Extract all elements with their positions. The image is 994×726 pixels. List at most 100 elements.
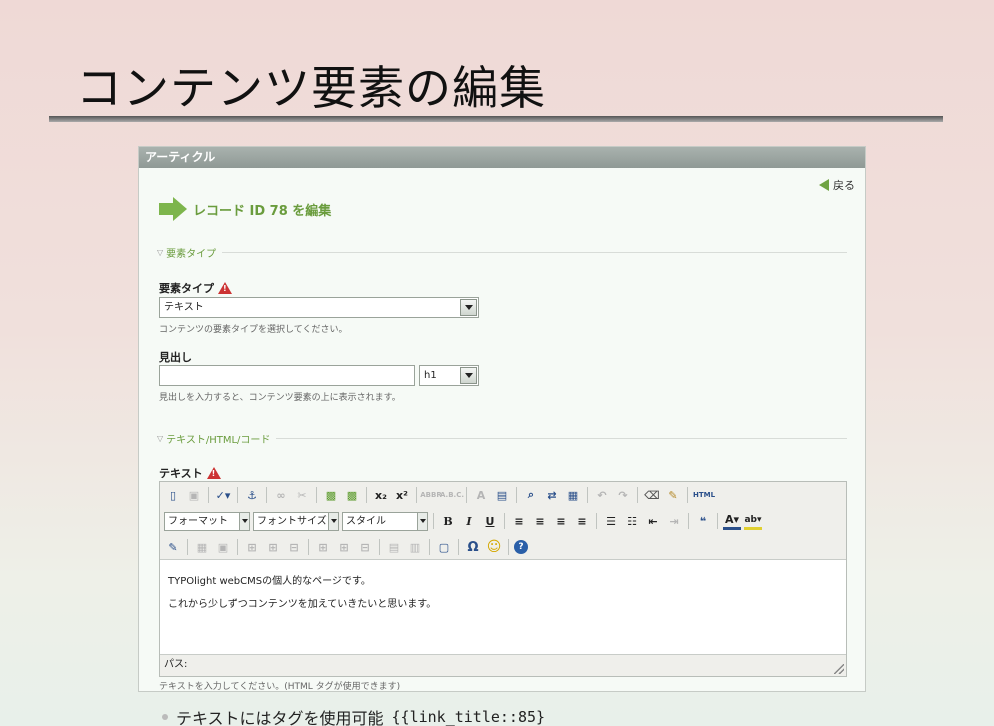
visual-aid-icon[interactable]: ▢: [435, 538, 453, 556]
link-icon[interactable]: ∞: [272, 486, 290, 504]
editor-status-bar: パス:: [160, 654, 846, 676]
chevron-down-icon: [417, 512, 427, 530]
editor-paragraph: これから少しずつコンテンツを加えていきたいと思います。: [168, 599, 437, 610]
superscript-icon[interactable]: x²: [393, 486, 411, 504]
anchor-icon[interactable]: ⚓: [243, 486, 261, 504]
cleanup-icon[interactable]: ✎: [664, 486, 682, 504]
warning-icon: [218, 282, 232, 294]
html-source-button[interactable]: HTML: [693, 486, 715, 504]
style-dropdown[interactable]: スタイル: [342, 511, 428, 531]
media-icon[interactable]: ▩: [343, 486, 361, 504]
type-select[interactable]: テキスト: [159, 297, 479, 318]
acronym-icon[interactable]: A.B.C.: [440, 486, 464, 504]
merge-cells-icon[interactable]: ▥: [406, 538, 424, 556]
headline-level-select[interactable]: h1: [419, 365, 479, 386]
type-legend-label: 要素タイプ: [166, 249, 217, 260]
chevron-down-icon[interactable]: [460, 299, 477, 316]
outdent-icon[interactable]: ⇤: [644, 512, 662, 530]
slide-title: コンテンツ要素の編集: [76, 61, 546, 115]
editor-paragraph: TYPOlight webCMSの個人的なページです。: [168, 576, 371, 587]
delete-col-icon[interactable]: ⊟: [356, 538, 374, 556]
headline-help: 見出しを入力すると、コンテンツ要素の上に表示されます。: [159, 393, 401, 403]
bullet-code: {{link_title::85}: [391, 708, 546, 726]
table-icon[interactable]: ▦: [193, 538, 211, 556]
back-label: 戻る: [833, 179, 855, 192]
underline-icon[interactable]: U: [481, 512, 499, 530]
title-rule: [49, 116, 943, 122]
editor-toolbar: ▯ ▣ ✓▾ ⚓ ∞ ✂ ▩ ▩ x₂ x² ABBR A.B.C. A ▤ ⌕…: [160, 482, 846, 560]
image-icon[interactable]: ▩: [322, 486, 340, 504]
text-color-icon[interactable]: A▾: [723, 512, 741, 530]
type-help: コンテンツの要素タイプを選択してください。: [159, 325, 348, 335]
editor-content[interactable]: TYPOlight webCMSの個人的なページです。 これから少しずつコンテン…: [160, 560, 846, 654]
bullet-list-icon[interactable]: ☰: [602, 512, 620, 530]
type-legend[interactable]: ▽ 要素タイプ: [157, 245, 847, 260]
style-icon[interactable]: A: [472, 486, 490, 504]
special-char-icon[interactable]: Ω: [464, 538, 482, 556]
text-help: テキストを入力してください。(HTML タグが使用できます): [159, 682, 401, 692]
text-label: テキスト: [159, 465, 221, 481]
chevron-down-icon: [328, 512, 338, 530]
article-panel: アーティクル 戻る レコード ID 78 を編集 ▽ 要素タイプ 要素タイプ テ…: [138, 146, 866, 692]
replace-icon[interactable]: ⇄: [543, 486, 561, 504]
format-dropdown[interactable]: フォーマット: [164, 511, 250, 531]
split-cells-icon[interactable]: ▤: [385, 538, 403, 556]
eraser-icon[interactable]: ⌫: [643, 486, 661, 504]
toolbar-row-3: ✎ ▦ ▣ ⊞ ⊞ ⊟ ⊞ ⊞ ⊟ ▤ ▥ ▢ Ω ☺ ?: [164, 537, 528, 557]
paste-word-icon[interactable]: ▦: [564, 486, 582, 504]
delete-row-icon[interactable]: ⊟: [285, 538, 303, 556]
unlink-icon[interactable]: ✂: [293, 486, 311, 504]
italic-icon[interactable]: I: [460, 512, 478, 530]
collapse-triangle-icon: ▽: [157, 434, 164, 443]
col-after-icon[interactable]: ⊞: [335, 538, 353, 556]
align-center-icon[interactable]: ≡: [531, 512, 549, 530]
highlight-color-icon[interactable]: ab▾: [744, 512, 762, 530]
chevron-down-icon: [239, 512, 249, 530]
resize-grip-icon[interactable]: [834, 664, 844, 674]
undo-icon[interactable]: ↶: [593, 486, 611, 504]
toolbar-row-1: ▯ ▣ ✓▾ ⚓ ∞ ✂ ▩ ▩ x₂ x² ABBR A.B.C. A ▤ ⌕…: [164, 485, 715, 505]
text-legend-label: テキスト/HTML/コード: [166, 435, 271, 446]
new-document-icon[interactable]: ▯: [164, 486, 182, 504]
table-props-icon[interactable]: ▣: [214, 538, 232, 556]
edit-icon[interactable]: ✎: [164, 538, 182, 556]
help-icon[interactable]: ?: [514, 540, 528, 554]
text-label-text: テキスト: [159, 467, 203, 480]
warning-icon: [206, 467, 221, 479]
type-label-text: 要素タイプ: [159, 282, 214, 295]
redo-icon[interactable]: ↷: [614, 486, 632, 504]
bullet-text: テキストにはタグを使用可能: [176, 709, 384, 726]
headline-input[interactable]: [159, 365, 415, 386]
row-after-icon[interactable]: ⊞: [264, 538, 282, 556]
save-icon[interactable]: ▣: [185, 486, 203, 504]
arrow-right-icon: [159, 197, 187, 221]
align-justify-icon[interactable]: ≡: [573, 512, 591, 530]
headline-label-text: 見出し: [159, 351, 192, 364]
font-size-dropdown[interactable]: フォントサイズ: [253, 511, 339, 531]
attributes-icon[interactable]: ▤: [493, 486, 511, 504]
text-legend[interactable]: ▽ テキスト/HTML/コード: [157, 431, 847, 446]
spellcheck-icon[interactable]: ✓▾: [214, 486, 232, 504]
align-right-icon[interactable]: ≡: [552, 512, 570, 530]
emoticon-icon[interactable]: ☺: [485, 538, 503, 556]
indent-icon[interactable]: ⇥: [665, 512, 683, 530]
row-before-icon[interactable]: ⊞: [243, 538, 261, 556]
collapse-triangle-icon: ▽: [157, 248, 164, 257]
path-label: パス:: [164, 659, 188, 670]
search-icon[interactable]: ⌕: [522, 486, 540, 504]
subscript-icon[interactable]: x₂: [372, 486, 390, 504]
headline-level-value: h1: [424, 370, 437, 381]
bold-icon[interactable]: B: [439, 512, 457, 530]
edit-heading: レコード ID 78 を編集: [159, 197, 331, 221]
chevron-down-icon[interactable]: [460, 367, 477, 384]
abbr-icon[interactable]: ABBR: [420, 486, 441, 504]
numbered-list-icon[interactable]: ☷: [623, 512, 641, 530]
type-select-value: テキスト: [164, 302, 204, 313]
rich-text-editor[interactable]: ▯ ▣ ✓▾ ⚓ ∞ ✂ ▩ ▩ x₂ x² ABBR A.B.C. A ▤ ⌕…: [159, 481, 847, 677]
col-before-icon[interactable]: ⊞: [314, 538, 332, 556]
blockquote-icon[interactable]: ❝: [694, 512, 712, 530]
back-link[interactable]: 戻る: [819, 177, 855, 193]
bullet-item: テキストにはタグを使用可能 {{link_title::85}: [162, 705, 545, 726]
align-left-icon[interactable]: ≡: [510, 512, 528, 530]
toolbar-row-2: フォーマット フォントサイズ スタイル B I U ≡ ≡ ≡ ≡ ☰ ☷ ⇤ …: [164, 511, 762, 531]
